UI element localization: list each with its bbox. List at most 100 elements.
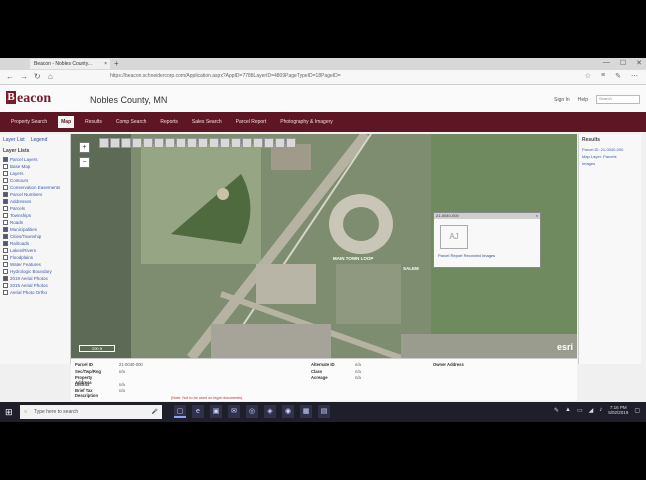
layer-item[interactable]: 2019 Aerial Photos [0,275,70,282]
zoom-in-button[interactable]: + [79,142,90,153]
popup-close-icon[interactable]: × [536,213,538,219]
layer-item[interactable]: Conservation Easements [0,184,70,191]
menu-photography[interactable]: Photography & Imagery [277,116,336,128]
layer-item[interactable]: Townships [0,212,70,219]
layer-checkbox[interactable] [3,255,8,260]
map-tool-button[interactable] [110,138,120,148]
map-tool-button[interactable] [220,138,230,148]
map-tool-button[interactable] [275,138,285,148]
taskbar-app-icon[interactable]: ▤ [318,405,330,418]
layer-checkbox[interactable] [3,178,8,183]
layer-checkbox[interactable] [3,283,8,288]
taskbar-app-icon[interactable]: ◈ [264,405,276,418]
layer-checkbox[interactable] [3,164,8,169]
taskbar-app-icon[interactable]: ▢ [174,405,186,418]
browser-tab[interactable]: Beacon - Nobles County... × [30,59,110,69]
volume-icon[interactable]: ♪ [599,407,602,413]
menu-comp-search[interactable]: Comp Search [113,116,150,128]
parcel-popup[interactable]: 21-0040-000 × AJ Parcel Report Recorded … [433,212,541,268]
home-button[interactable]: ⌂ [48,72,53,81]
layer-item[interactable]: Parcel Numbers [0,191,70,198]
tab-legend[interactable]: Legend [31,137,48,143]
wifi-icon[interactable]: ◢ [589,407,594,414]
zoom-out-button[interactable]: − [79,157,90,168]
results-parcel[interactable]: Parcel ID: 21-0040-000 [579,146,641,153]
menu-property-search[interactable]: Property Search [8,116,50,128]
tab-close-icon[interactable]: × [104,61,107,67]
layer-item[interactable]: Hydrologic Boundary [0,268,70,275]
layer-checkbox[interactable] [3,241,8,246]
menu-sales-search[interactable]: Sales Search [189,116,225,128]
map-tool-button[interactable] [154,138,164,148]
map-tool-button[interactable] [121,138,131,148]
taskbar-app-icon[interactable]: ◎ [246,405,258,418]
map-tool-button[interactable] [286,138,296,148]
site-search-input[interactable]: Search [596,95,640,104]
layer-checkbox[interactable] [3,234,8,239]
layer-item[interactable]: Aerial Photo Ortho [0,289,70,296]
map-view[interactable]: + − MAIN TOWN LOOP SALEM 21-0040-000 × A… [71,134,577,358]
beacon-logo[interactable]: Beacon [6,91,51,107]
map-tool-button[interactable] [253,138,263,148]
layer-checkbox[interactable] [3,269,8,274]
map-tool-button[interactable] [209,138,219,148]
microphone-icon[interactable]: 🎤 [152,405,158,419]
close-window-button[interactable]: ✕ [636,59,642,67]
notes-icon[interactable]: ✎ [615,72,621,80]
map-tool-button[interactable] [176,138,186,148]
layer-checkbox[interactable] [3,227,8,232]
map-tool-button[interactable] [165,138,175,148]
hub-icon[interactable]: ≡ [601,72,605,80]
layer-checkbox[interactable] [3,206,8,211]
map-tool-button[interactable] [198,138,208,148]
url-field[interactable]: https://beacon.schneidercorp.com/Applica… [110,73,540,81]
map-tool-button[interactable] [264,138,274,148]
minimize-button[interactable]: — [603,59,610,67]
layer-checkbox[interactable] [3,276,8,281]
taskbar-app-icon[interactable]: ◉ [282,405,294,418]
tab-layer-list[interactable]: Layer List [3,137,25,143]
layer-item[interactable]: Municipalities [0,226,70,233]
popup-links[interactable]: Parcel Report Recorded Images [438,253,495,258]
map-tool-button[interactable] [132,138,142,148]
results-images[interactable]: Images [579,160,641,167]
layer-item[interactable]: Addresses [0,198,70,205]
taskbar-app-icon[interactable]: ▣ [210,405,222,418]
start-button[interactable]: ⊞ [5,407,15,417]
taskbar-search-input[interactable]: ○ Type here to search 🎤 [20,405,162,419]
map-tool-button[interactable] [99,138,109,148]
refresh-button[interactable]: ↻ [34,72,41,81]
maximize-button[interactable]: ☐ [620,59,626,67]
layer-checkbox[interactable] [3,262,8,267]
layer-item[interactable]: Parcel Layers [0,156,70,163]
layer-checkbox[interactable] [3,199,8,204]
notification-icon[interactable]: ▢ [634,407,640,414]
new-tab-button[interactable]: + [114,59,119,68]
map-tool-button[interactable] [242,138,252,148]
layer-checkbox[interactable] [3,171,8,176]
map-tool-button[interactable] [187,138,197,148]
layer-checkbox[interactable] [3,248,8,253]
taskbar-app-icon[interactable]: ✉ [228,405,240,418]
chevron-up-icon[interactable]: ▲ [565,407,571,413]
menu-map[interactable]: Map [58,116,75,128]
layer-checkbox[interactable] [3,157,8,162]
battery-icon[interactable]: ▭ [577,407,583,414]
clock[interactable]: 7:16 PM 5/02/2019 [608,405,628,415]
layer-checkbox[interactable] [3,290,8,295]
layer-item[interactable]: Base Map [0,163,70,170]
menu-results[interactable]: Results [82,116,105,128]
menu-parcel-report[interactable]: Parcel Report [233,116,270,128]
layer-checkbox[interactable] [3,185,8,190]
forward-button[interactable]: → [20,72,28,81]
more-icon[interactable]: ⋯ [631,72,638,80]
layer-item[interactable]: Cities/Township [0,233,70,240]
help-link[interactable]: Help [578,97,588,103]
layer-item[interactable]: Contours [0,177,70,184]
map-tool-button[interactable] [143,138,153,148]
sign-in-link[interactable]: Sign In [554,97,570,103]
layer-item[interactable]: Lakes/Rivers [0,247,70,254]
layer-item[interactable]: Roads [0,219,70,226]
layer-item[interactable]: Layers [0,170,70,177]
map-tool-button[interactable] [231,138,241,148]
